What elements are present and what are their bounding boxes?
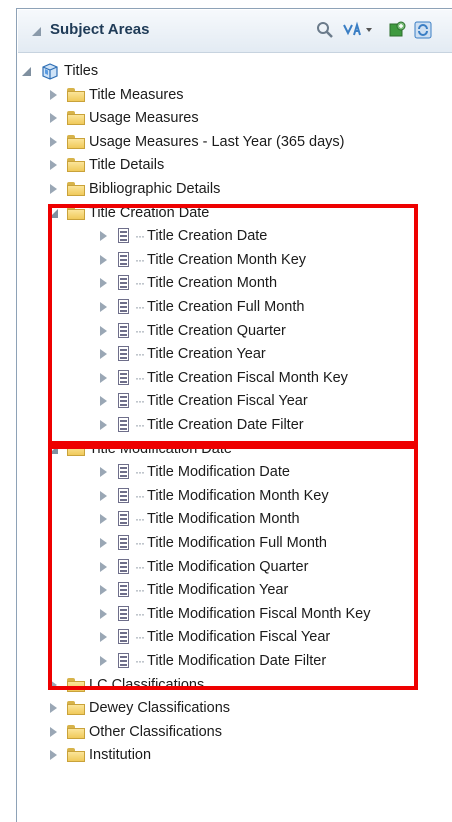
tree-item-label: Other Classifications xyxy=(89,724,222,740)
expand-arrow-icon[interactable] xyxy=(47,701,59,715)
tree-root-titles[interactable]: Titles xyxy=(20,60,98,82)
tree-folder[interactable]: Title Details xyxy=(47,154,164,176)
folder-icon xyxy=(67,111,85,125)
tree-item-label: Title Details xyxy=(89,157,165,173)
tree-item-label: Title Measures xyxy=(89,87,184,103)
tree-folder[interactable]: Usage Measures - Last Year (365 days) xyxy=(47,131,345,153)
folder-icon xyxy=(67,135,85,149)
expand-arrow-icon[interactable] xyxy=(47,182,59,196)
tree-item-label: Titles xyxy=(64,63,99,79)
expand-arrow-icon[interactable] xyxy=(47,725,59,739)
expand-arrow-icon[interactable] xyxy=(47,111,59,125)
tree-item-label: Usage Measures - Last Year (365 days) xyxy=(89,134,345,150)
folder-icon xyxy=(67,158,85,172)
tree-folder[interactable]: Usage Measures xyxy=(47,107,199,129)
panel-header: Subject Areas xyxy=(18,10,452,53)
creation-date-highlight xyxy=(48,204,418,445)
refresh-icon[interactable] xyxy=(412,20,434,40)
modification-date-highlight xyxy=(48,445,418,690)
folder-icon xyxy=(67,182,85,196)
expand-arrow-icon[interactable] xyxy=(47,748,59,762)
tree-item-label: Bibliographic Details xyxy=(89,181,221,197)
search-icon[interactable] xyxy=(314,20,336,40)
folder-icon xyxy=(67,701,85,715)
tree-folder[interactable]: Title Measures xyxy=(47,84,184,106)
add-subject-area-icon[interactable] xyxy=(386,20,408,40)
collapse-arrow-icon[interactable] xyxy=(20,64,32,78)
tree-folder[interactable]: Bibliographic Details xyxy=(47,178,220,200)
tree-folder[interactable]: Institution xyxy=(47,744,151,766)
expand-arrow-icon[interactable] xyxy=(47,88,59,102)
collapse-panel-icon[interactable] xyxy=(32,27,41,36)
folder-icon xyxy=(67,725,85,739)
panel-title: Subject Areas xyxy=(50,21,150,38)
subject-area-cube-icon xyxy=(42,63,58,80)
expand-arrow-icon[interactable] xyxy=(47,158,59,172)
folder-icon xyxy=(67,88,85,102)
sort-icon[interactable] xyxy=(342,20,376,40)
tree-folder[interactable]: Dewey Classifications xyxy=(47,697,230,719)
tree-item-label: Institution xyxy=(89,747,152,763)
tree-item-label: Dewey Classifications xyxy=(89,700,231,716)
folder-icon xyxy=(67,748,85,762)
tree-item-label: Usage Measures xyxy=(89,110,199,126)
tree-folder[interactable]: Other Classifications xyxy=(47,721,222,743)
expand-arrow-icon[interactable] xyxy=(47,135,59,149)
